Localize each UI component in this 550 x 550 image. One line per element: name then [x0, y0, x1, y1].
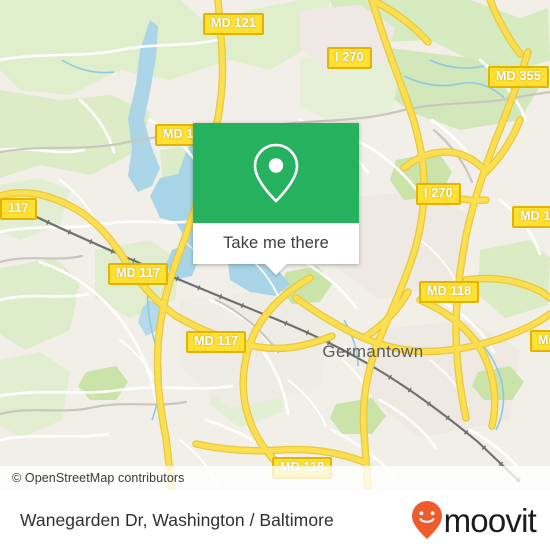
highway-shield: MD 118: [512, 206, 550, 228]
callout-action-bar[interactable]: Take me there: [193, 223, 359, 264]
map-city-label: Germantown: [322, 342, 423, 361]
highway-shield: MD 117: [186, 331, 247, 353]
take-me-there-callout[interactable]: Take me there: [193, 123, 359, 275]
map-screenshot-root: Germantown MD 121 I 270 MD 355 MD 1 117 I 270…: [0, 0, 550, 550]
highway-shield: MD 117: [108, 263, 169, 285]
take-me-there-label: Take me there: [223, 234, 329, 252]
callout-tail: [265, 264, 287, 275]
callout-pin-area: [193, 123, 359, 223]
highway-shield: MD 118: [530, 330, 550, 352]
highway-shield: MD 118: [272, 457, 333, 479]
map-pin-icon: [253, 143, 299, 203]
highway-shield: MD 355: [488, 66, 549, 88]
footer-bar: Wanegarden Dr, Washington / Baltimore mo…: [0, 490, 550, 550]
moovit-pin-smile-icon: [411, 501, 442, 539]
highway-shield: I 270: [416, 183, 461, 205]
moovit-wordmark: moovit: [443, 501, 537, 539]
highway-shield: MD 118: [419, 281, 480, 303]
moovit-logo[interactable]: moovit: [410, 500, 537, 540]
highway-shield: I 270: [327, 47, 372, 69]
highway-shield: 117: [0, 198, 37, 220]
place-name: Wanegarden Dr, Washington / Baltimore: [20, 509, 334, 530]
highway-shield: MD 121: [203, 13, 264, 35]
